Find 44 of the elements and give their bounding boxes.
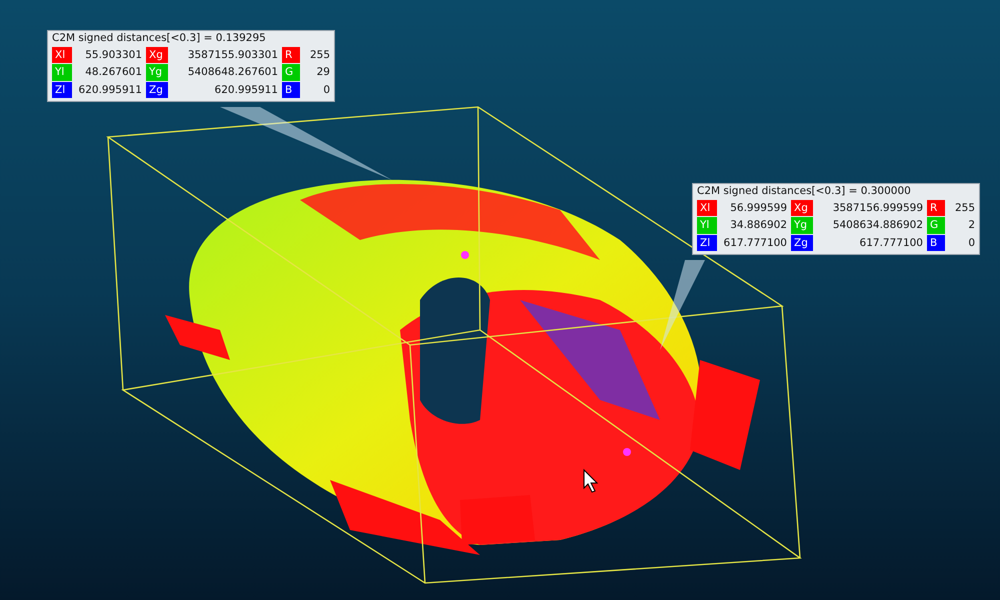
coordinate-tag: Xg	[791, 200, 813, 216]
coordinate-tag: Xl	[697, 200, 717, 216]
coordinate-value: 55.903301	[84, 48, 142, 63]
cursor-icon	[584, 468, 598, 493]
coordinate-value: 0	[967, 236, 975, 251]
coordinate-tag: Yl	[697, 217, 717, 234]
coordinate-value: 34.886902	[729, 218, 787, 234]
coordinate-value: 0	[322, 82, 330, 98]
coordinate-value: 56.999599	[729, 200, 787, 216]
label-title: C2M signed distances[<0.3] = 0.139295	[52, 32, 267, 45]
3d-viewport[interactable]	[0, 0, 1000, 600]
coordinate-value: 255	[954, 200, 975, 216]
coordinate-tag: G	[927, 217, 945, 234]
coordinate-value: 5408634.886902	[832, 218, 923, 234]
coordinate-tag: R	[282, 46, 300, 64]
coordinate-value: 29	[316, 65, 330, 80]
coordinate-value: 5408648.267601	[186, 65, 278, 80]
coordinate-tag: Zg	[791, 234, 813, 252]
coordinate-value: 617.777100	[858, 236, 923, 251]
point-label-panel[interactable]: C2M signed distances[<0.3] = 0.300000 Xl 56.999599 Xg 3587156.999599 R 255 Yl 34.886902 Yg 5408634.886902 G 2 Zl 617.777100 Zg 617.777100 B 0	[692, 183, 980, 256]
coordinate-value: 2	[967, 218, 975, 234]
coordinate-value: 48.267601	[84, 65, 142, 80]
coordinate-tag: Yg	[146, 64, 168, 81]
coordinate-tag: Zg	[146, 82, 168, 98]
coordinate-value: 255	[308, 48, 330, 63]
coordinate-tag: Zl	[697, 234, 717, 252]
picked-point-marker	[461, 251, 469, 259]
coordinate-tag: R	[927, 200, 945, 216]
label-title: C2M signed distances[<0.3] = 0.300000	[697, 185, 912, 198]
coordinate-tag: Xg	[146, 46, 168, 64]
coordinate-value: 3587156.999599	[832, 200, 923, 216]
coordinate-tag: B	[927, 234, 945, 252]
coordinate-tag: Zl	[52, 82, 72, 98]
coordinate-tag: G	[282, 64, 300, 81]
coordinate-value: 620.995911	[214, 82, 278, 98]
coordinate-tag: B	[282, 82, 300, 98]
point-label-panel[interactable]: C2M signed distances[<0.3] = 0.139295 Xl 55.903301 Xg 3587155.903301 R 255 Yl 48.267601 Yg 5408648.267601 G 29 Zl 620.995911 Zg 620.995911 B 0	[47, 30, 335, 102]
coordinate-tag: Xl	[52, 46, 72, 64]
coordinate-tag: Yl	[52, 64, 72, 81]
coordinate-value: 617.777100	[722, 236, 787, 251]
picked-point-marker	[623, 448, 631, 456]
coordinate-tag: Yg	[791, 217, 813, 234]
coordinate-value: 620.995911	[78, 82, 142, 98]
coordinate-value: 3587155.903301	[186, 48, 278, 63]
